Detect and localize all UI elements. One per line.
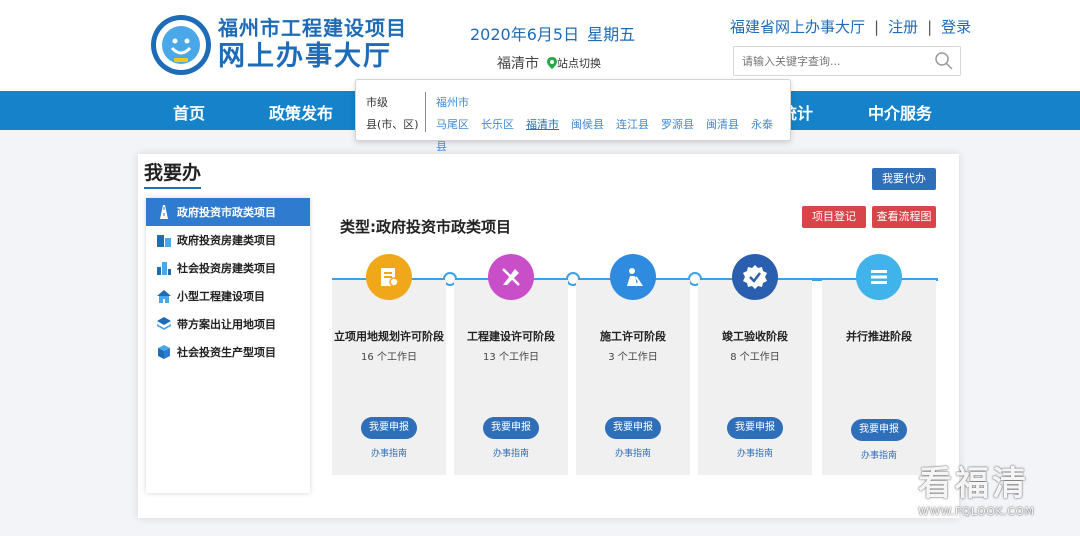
date-text: 2020年6月5日 [470,25,580,44]
stage-days: 13 个工作日 [483,352,539,363]
sidebar-item-label: 政府投资房建类项目 [177,234,276,247]
view-flowchart-button[interactable]: 查看流程图 [872,206,936,228]
stage-card: 并行推进阶段 我要申报 办事指南 [822,254,936,475]
road-icon [156,204,172,220]
list-icon [856,254,902,300]
stage-name: 施工许可阶段 [600,330,666,343]
weekday-text: 星期五 [587,25,636,44]
stage-days: 16 个工作日 [361,352,417,363]
sidebar-item-label: 小型工程建设项目 [177,290,265,303]
site-title-line1: 福州市工程建设项目 [218,16,407,40]
page-title: 我要办 [144,158,202,189]
city-selector: 福清市 站点切换 [497,53,601,73]
county-option[interactable]: 闽清县 [706,118,739,131]
link-login[interactable]: 登录 [941,16,971,37]
top-links: 福建省网上办事大厅 | 注册 | 登录 [730,16,971,37]
search-icon[interactable] [934,51,954,75]
stage-name: 工程建设许可阶段 [467,330,555,343]
site-switch-button[interactable]: 站点切换 [547,55,601,71]
stage-card: 工程建设许可阶段 13 个工作日 我要申报 办事指南 [454,254,568,475]
current-city: 福清市 [497,56,539,72]
stage-card: 施工许可阶段 3 个工作日 我要申报 办事指南 [576,254,690,475]
stage-name: 并行推进阶段 [846,330,912,343]
guide-link[interactable]: 办事指南 [454,446,568,459]
stage-days: 8 个工作日 [730,352,780,363]
county-option[interactable]: 马尾区 [436,118,469,131]
sidebar-item-label: 政府投资市政类项目 [177,206,276,219]
watermark-title: 看福清 [918,464,1029,504]
apply-button[interactable]: 我要申报 [361,417,417,439]
county-option[interactable]: 闽侯县 [571,118,604,131]
sidebar-item-label: 社会投资房建类项目 [177,262,276,275]
sidebar-item-label: 社会投资生产型项目 [177,346,276,359]
main-panel: 我要办 我要代办 项目登记 查看流程图 类型:政府投资市政类项目 政府投资市政类… [138,154,959,518]
document-icon [366,254,412,300]
site-switch-label: 站点切换 [557,57,601,70]
guide-link[interactable]: 办事指南 [576,446,690,459]
watermark: 看福清 WWW.FQLOOK.COM [918,456,1034,518]
sidebar-item-gov-municipal[interactable]: 政府投资市政类项目 [146,198,310,226]
sidebar-item-land-transfer[interactable]: 带方案出让用地项目 [146,310,310,338]
project-register-button[interactable]: 项目登记 [802,206,866,228]
nav-item-agency-service[interactable]: 中介服务 [868,100,932,124]
stage-days: 3 个工作日 [608,352,658,363]
county-option[interactable]: 罗源县 [661,118,694,131]
site-title: 福州市工程建设项目 网上办事大厅 [218,16,407,74]
county-list: 马尾区 长乐区 福清市 闽侯县 连江县 罗源县 闽清县 永泰县 [436,114,790,158]
cube-icon [156,344,172,360]
site-switch-dropdown: 市级 县(市、区) 福州市 马尾区 长乐区 福清市 闽侯县 连江县 罗源县 闽清县 永泰县 [355,79,791,153]
proxy-handle-button[interactable]: 我要代办 [872,168,936,190]
apply-button[interactable]: 我要申报 [727,417,783,439]
header: 福州市工程建设项目 网上办事大厅 2020年6月5日 星期五 福清市 站点切换 福… [0,0,1080,91]
county-option[interactable]: 长乐区 [481,118,514,131]
search-box [733,46,961,76]
search-input[interactable] [742,47,932,75]
county-option-active[interactable]: 福清市 [526,118,559,131]
link-province-hall[interactable]: 福建省网上办事大厅 [730,16,865,37]
level-county-label: 县(市、区) [366,118,419,131]
stage-card: 竣工验收阶段 8 个工作日 我要申报 办事指南 [698,254,812,475]
sidebar-item-label: 带方案出让用地项目 [177,318,276,331]
sidebar-item-gov-building[interactable]: 政府投资房建类项目 [146,226,310,254]
location-pin-icon [547,57,557,69]
approved-badge-icon [732,254,778,300]
apply-button[interactable]: 我要申报 [483,417,539,439]
buildings-icon [156,232,172,248]
dropdown-options: 福州市 马尾区 长乐区 福清市 闽侯县 连江县 罗源县 闽清县 永泰县 [436,92,790,158]
city-option[interactable]: 福州市 [436,92,790,114]
stage-name: 竣工验收阶段 [722,330,788,343]
dropdown-levels: 市级 县(市、区) [366,92,426,132]
site-title-line2: 网上办事大厅 [218,41,392,72]
watermark-url: WWW.FQLOOK.COM [918,505,1035,518]
nav-item-policy[interactable]: 政策发布 [269,100,333,124]
apply-button[interactable]: 我要申报 [605,417,661,439]
county-option[interactable]: 连江县 [616,118,649,131]
date-display: 2020年6月5日 星期五 [470,21,643,45]
layers-icon [156,316,172,332]
logo[interactable] [150,14,212,76]
stage-name: 立项用地规划许可阶段 [334,330,444,343]
pencil-ruler-icon [488,254,534,300]
project-type-title: 类型:政府投资市政类项目 [340,218,511,236]
guide-link[interactable]: 办事指南 [332,446,446,459]
guide-link[interactable]: 办事指南 [698,446,812,459]
divider: | [927,17,933,36]
stage-card: 立项用地规划许可阶段 16 个工作日 我要申报 办事指南 [332,254,446,475]
apply-button[interactable]: 我要申报 [851,419,907,441]
level-city-label: 市级 [366,96,388,109]
divider: | [874,17,880,36]
link-register[interactable]: 注册 [888,16,918,37]
project-type-sidebar: 政府投资市政类项目 政府投资房建类项目 社会投资房建类项目 小型工程建设项目 带… [146,198,310,493]
city-icon [156,260,172,276]
sidebar-item-social-building[interactable]: 社会投资房建类项目 [146,254,310,282]
sidebar-item-small-project[interactable]: 小型工程建设项目 [146,282,310,310]
house-icon [156,288,172,304]
nav-item-home[interactable]: 首页 [173,100,205,124]
worker-icon [610,254,656,300]
sidebar-item-social-production[interactable]: 社会投资生产型项目 [146,338,310,366]
